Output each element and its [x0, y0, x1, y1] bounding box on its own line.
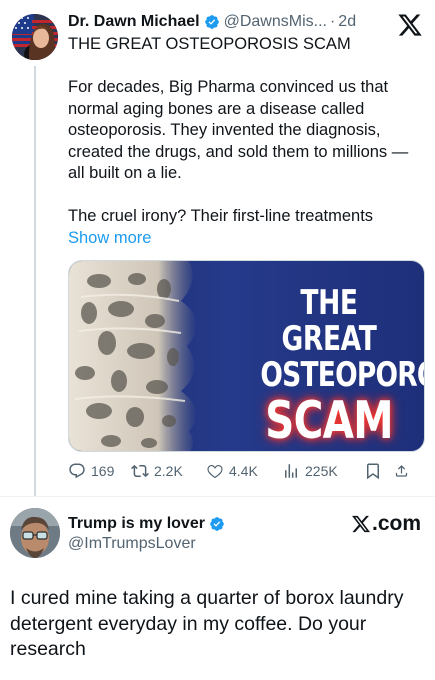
reply-button[interactable]: 169 [68, 462, 131, 480]
repost-count: 2.2K [154, 463, 183, 479]
reply-handle[interactable]: @ImTrumpsLover [68, 535, 196, 553]
post-paragraph-text: The cruel irony? Their first-line treatm… [68, 207, 374, 225]
original-post: Dr. Dawn Michael @DawnsMis... · 2d THE G… [0, 0, 435, 496]
share-button[interactable] [394, 462, 414, 480]
reply-text: I cured mine taking a quarter of borox l… [10, 587, 404, 660]
image-title: THE GREAT OSTEOPOROSIS SCAM [260, 283, 424, 451]
verified-badge-icon [204, 15, 219, 29]
post-header: Dr. Dawn Michael @DawnsMis... · 2d [68, 12, 356, 32]
separator-dot: · [329, 13, 336, 30]
post-image[interactable]: THE GREAT OSTEOPOROSIS SCAM [68, 260, 425, 452]
image-title-scam: SCAM [265, 391, 393, 451]
post-paragraph: The cruel irony? Their first-line treatm… [68, 206, 418, 249]
post-time[interactable]: 2d [338, 13, 356, 31]
like-icon [207, 465, 223, 479]
bookmark-icon [367, 463, 379, 480]
author-name[interactable]: Dr. Dawn Michael [68, 13, 200, 31]
avatar[interactable] [12, 14, 58, 60]
post-text: THE GREAT OSTEOPOROSIS SCAM For decades,… [68, 34, 418, 249]
image-title-line: OSTEOPOROSIS [260, 355, 424, 395]
views-icon [285, 464, 297, 478]
like-count: 4.4K [229, 463, 258, 479]
reply-count: 169 [91, 463, 115, 479]
action-bar: 169 2.2K 4.4K 225K [68, 460, 425, 482]
x-watermark: .com [351, 512, 421, 536]
post-headline: THE GREAT OSTEOPOROSIS SCAM [68, 35, 351, 53]
reply-author: Trump is my lover [68, 514, 225, 534]
verified-badge-icon [210, 517, 224, 531]
reply-author-name[interactable]: Trump is my lover [68, 515, 205, 533]
watermark-text: .com [371, 512, 421, 535]
reply-icon [69, 463, 85, 479]
views-count: 225K [305, 463, 338, 479]
show-more-link[interactable]: Show more [68, 229, 151, 247]
like-button[interactable]: 4.4K [206, 462, 282, 480]
divider [0, 496, 435, 497]
repost-icon [131, 464, 149, 478]
thread-line [34, 66, 36, 496]
image-title-line: THE GREAT [281, 283, 377, 359]
bookmark-button[interactable] [364, 462, 394, 480]
reply-avatar[interactable] [10, 508, 60, 558]
post-paragraph: For decades, Big Pharma convinced us tha… [68, 78, 409, 182]
author-handle[interactable]: @DawnsMis... [224, 13, 327, 31]
x-logo-icon [352, 515, 371, 533]
share-icon [395, 465, 408, 477]
repost-button[interactable]: 2.2K [131, 462, 206, 480]
views-button[interactable]: 225K [282, 462, 364, 480]
